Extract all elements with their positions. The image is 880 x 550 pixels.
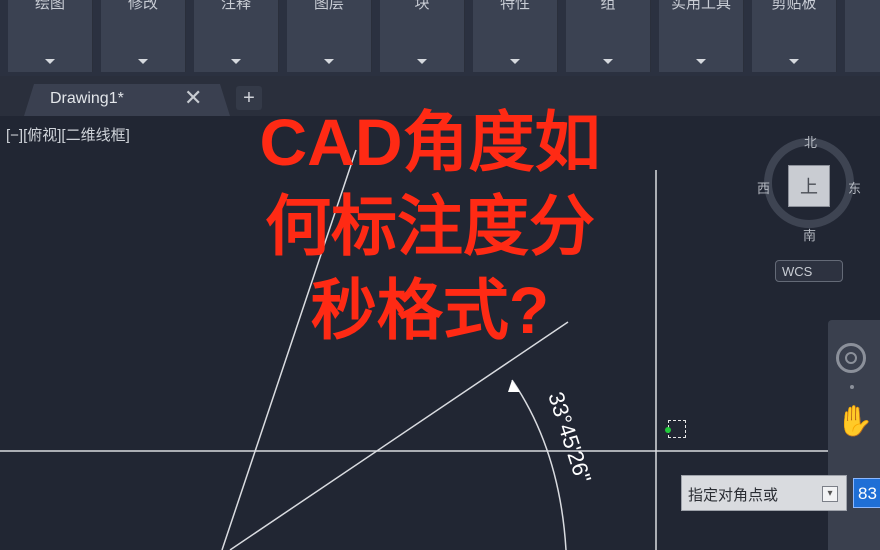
angle-line-right [229, 321, 569, 550]
nav-separator-dot [850, 385, 854, 389]
compass-north[interactable]: 北 [804, 132, 817, 151]
down-arrow-icon[interactable]: ▾ [822, 486, 838, 502]
angle-dimension-text: 33°45'26" [543, 389, 596, 486]
pickbox-cursor [665, 420, 686, 438]
headline-line-3: 秒格式? [310, 273, 550, 347]
headline-line-1: CAD角度如 [259, 105, 601, 179]
compass-west[interactable]: 西 [757, 178, 770, 197]
headline-overlay: CAD角度如 何标注度分 秒格式? [150, 100, 710, 352]
headline-line-2: 何标注度分 [265, 189, 595, 263]
prompt-text: 指定对角点或 [688, 487, 779, 504]
ucs-menu[interactable]: WCS [775, 260, 843, 282]
dynamic-input-prompt: 指定对角点或 ▾ [681, 475, 847, 511]
coordinate-input[interactable]: 83 [853, 478, 880, 508]
autocad-window: 绘图 修改 注释 图层 块 特性 组 实用工具 剪贴板 Drawing1* ✕ … [0, 0, 880, 550]
compass-east[interactable]: 东 [848, 178, 861, 197]
viewcube-top-face[interactable]: 上 [788, 165, 830, 207]
steering-wheel-icon[interactable] [836, 343, 866, 373]
compass-south[interactable]: 南 [803, 225, 816, 244]
pan-hand-icon[interactable]: ✋ [836, 404, 873, 439]
